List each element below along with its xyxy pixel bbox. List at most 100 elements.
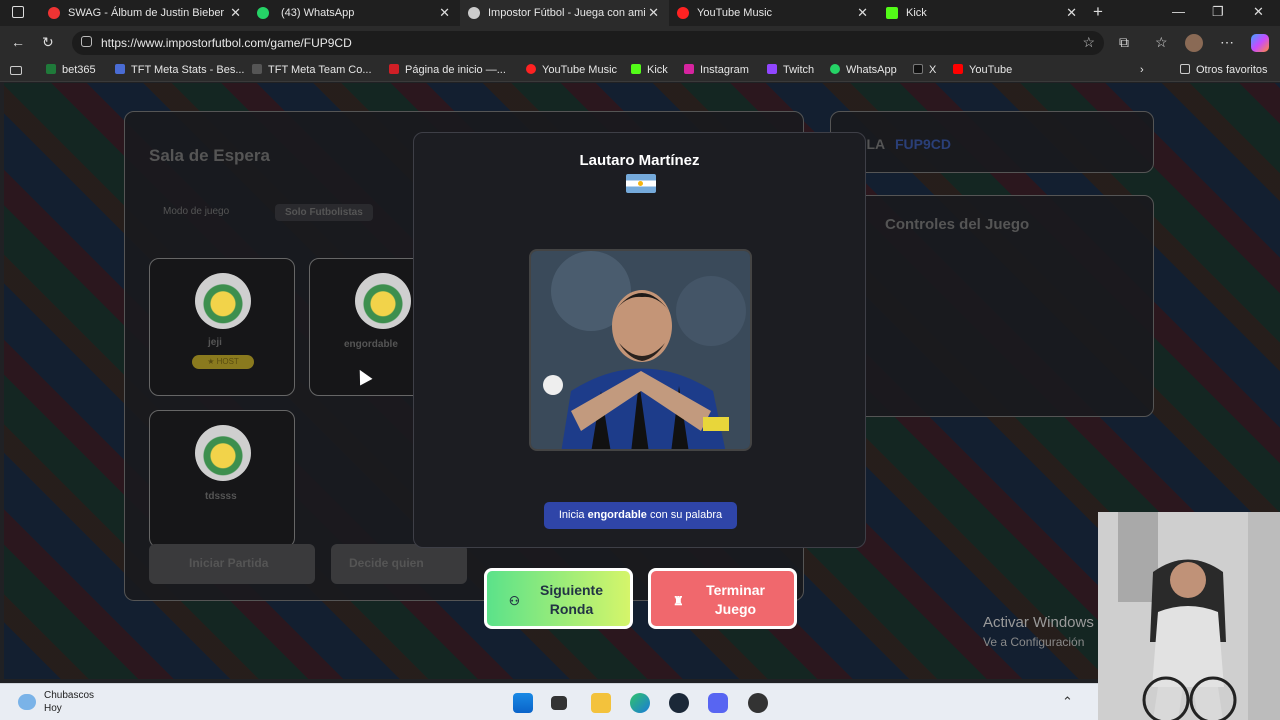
new-tab-button[interactable]: +: [1093, 2, 1103, 22]
refresh-icon[interactable]: ↻: [42, 34, 54, 51]
room-code: FUP9CD: [895, 136, 952, 152]
favorites-icon[interactable]: ☆: [1155, 34, 1168, 51]
users-icon: ⚇: [509, 594, 520, 608]
tab-impostor-futbol[interactable]: Impostor Fútbol - Juega con ami ✕: [460, 0, 669, 26]
extensions-icon[interactable]: ⧉: [1119, 34, 1129, 51]
bookmark-tft-meta-stats[interactable]: TFT Meta Stats - Bes...: [115, 64, 245, 76]
webcam-overlay: [1098, 512, 1280, 720]
bookmark-youtube[interactable]: YouTube: [953, 64, 1012, 76]
weather-widget[interactable]: Chubascos Hoy: [44, 689, 94, 715]
bookmarks-overflow-chevron-icon[interactable]: ›: [1140, 64, 1144, 76]
bookmark-x[interactable]: X: [913, 64, 936, 76]
player-card: jeji ★ HOST: [149, 258, 295, 396]
controls-title: Controles del Juego: [885, 216, 1030, 233]
bet365-icon: [46, 64, 56, 74]
close-window-button[interactable]: ✕: [1253, 4, 1264, 20]
netflix-icon: [389, 64, 399, 74]
tab-title: YouTube Music: [697, 7, 773, 19]
bookmark-kick[interactable]: Kick: [631, 64, 668, 76]
game-controls-panel: Controles del Juego: [830, 195, 1154, 417]
game-mode-value: Solo Futbolistas: [275, 204, 373, 221]
browser-tab-bar: SWAG - Álbum de Justin Bieber ✕ (43) Wha…: [0, 0, 1280, 26]
twitch-icon: [767, 64, 777, 74]
bookmark-bet365[interactable]: bet365: [46, 64, 96, 76]
weather-icon[interactable]: [18, 694, 36, 710]
tab-swag[interactable]: SWAG - Álbum de Justin Bieber ✕: [0, 0, 251, 26]
end-game-button[interactable]: ♜ Terminar Juego: [648, 568, 797, 629]
discord-icon[interactable]: [708, 693, 728, 713]
youtube-icon: [953, 64, 963, 74]
windows-start-icon[interactable]: [513, 693, 533, 713]
next-round-button[interactable]: ⚇ Siguiente Ronda: [484, 568, 633, 629]
back-arrow-icon[interactable]: ←: [11, 34, 25, 50]
task-view-icon[interactable]: [551, 696, 567, 710]
player-avatar: [195, 425, 251, 481]
page-viewport: Sala de Espera Modo de juego Solo Futbol…: [4, 83, 1280, 679]
close-tab-icon[interactable]: ✕: [1066, 5, 1077, 21]
more-menu-icon[interactable]: ⋯: [1220, 34, 1234, 51]
bookmark-instagram[interactable]: Instagram: [684, 64, 749, 76]
url-text: https://www.impostorfutbol.com/game/FUP9…: [101, 36, 352, 50]
game-mode-label: Modo de juego: [163, 206, 230, 217]
player-avatar: [195, 273, 251, 329]
decide-button: Decide quien: [331, 544, 467, 584]
weather-subtitle: Hoy: [44, 703, 62, 714]
steam-icon[interactable]: [669, 693, 689, 713]
trophy-icon: ♜: [673, 594, 684, 608]
edge-browser-icon[interactable]: [630, 693, 650, 713]
favorite-star-icon[interactable]: ☆: [1082, 34, 1095, 51]
hint-player-name: engordable: [587, 509, 647, 521]
player-avatar: [355, 273, 411, 329]
activate-windows-watermark: Activar Windows: [983, 614, 1094, 631]
close-tab-icon[interactable]: ✕: [857, 5, 868, 21]
show-hidden-icons-chevron-icon[interactable]: ⌃: [1062, 694, 1073, 710]
turn-hint-badge: Inicia engordable con su palabra: [544, 502, 737, 529]
youtube-music-favicon-icon: [48, 7, 60, 19]
tab-youtube-music[interactable]: YouTube Music ✕: [669, 0, 878, 26]
player-name: jeji: [208, 337, 222, 348]
start-game-button: Iniciar Partida: [149, 544, 315, 584]
maximize-button[interactable]: ❐: [1212, 4, 1224, 20]
tab-title: Impostor Fútbol - Juega con ami: [488, 7, 646, 19]
bookmark-whatsapp[interactable]: WhatsApp: [830, 64, 897, 76]
webcam-feed-illustration: [1098, 512, 1280, 720]
youtube-music-favicon-icon: [677, 7, 689, 19]
whatsapp-favicon-icon: [257, 7, 269, 19]
bookmark-tft-meta-team[interactable]: TFT Meta Team Co...: [252, 64, 372, 76]
profile-avatar[interactable]: [1185, 34, 1203, 52]
close-tab-icon[interactable]: ✕: [230, 5, 241, 21]
weather-title: Chubascos: [44, 690, 95, 701]
tab-whatsapp[interactable]: (43) WhatsApp ✕: [251, 0, 460, 26]
tab-title: SWAG - Álbum de Justin Bieber: [68, 7, 225, 19]
tab-kick[interactable]: Kick ✕: [878, 0, 1087, 26]
whatsapp-icon: [830, 64, 840, 74]
address-bar-row: ← ↻ https://www.impostorfutbol.com/game/…: [0, 26, 1280, 60]
windows-taskbar: Chubascos Hoy ⌃: [0, 683, 1280, 720]
obs-icon[interactable]: [748, 693, 768, 713]
minimize-button[interactable]: —: [1172, 4, 1185, 19]
bookmark-youtube-music[interactable]: YouTube Music: [526, 64, 617, 76]
instagram-icon: [684, 64, 694, 74]
tft-icon: [115, 64, 125, 74]
player-card: tdssss: [149, 410, 295, 548]
close-tab-icon[interactable]: ✕: [648, 5, 659, 21]
site-info-icon[interactable]: [81, 36, 92, 47]
activate-windows-subtext: Ve a Configuración: [983, 635, 1085, 649]
close-tab-icon[interactable]: ✕: [439, 5, 450, 21]
copilot-icon[interactable]: [1251, 34, 1269, 52]
tab-title: Kick: [906, 7, 927, 19]
bookmark-netflix[interactable]: Página de inicio —...: [389, 64, 506, 76]
tft-team-icon: [252, 64, 262, 74]
youtube-music-icon: [526, 64, 536, 74]
bookmarks-menu-icon[interactable]: [10, 66, 22, 75]
url-field[interactable]: https://www.impostorfutbol.com/game/FUP9…: [72, 31, 1104, 55]
kick-icon: [631, 64, 641, 74]
player-reveal-modal: Lautaro Martínez Inicia engordable con s…: [413, 132, 866, 548]
waiting-room-title: Sala de Espera: [149, 146, 270, 165]
argentina-flag-icon: [626, 174, 656, 193]
player-name-heading: Lautaro Martínez: [579, 152, 700, 169]
file-explorer-icon[interactable]: [591, 693, 611, 713]
bookmark-twitch[interactable]: Twitch: [767, 64, 814, 76]
other-favorites-folder[interactable]: Otros favoritos: [1180, 64, 1268, 76]
folder-icon: [1180, 64, 1190, 74]
